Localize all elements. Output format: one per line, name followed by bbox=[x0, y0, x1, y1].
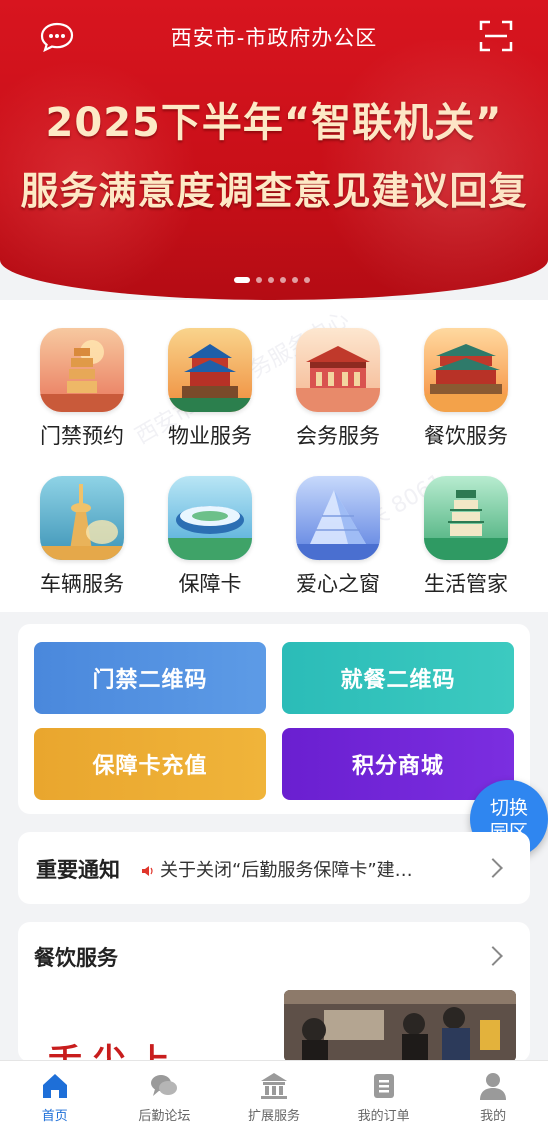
tv-tower-icon bbox=[40, 476, 124, 560]
service-charity[interactable]: 爱心之窗 bbox=[278, 476, 398, 598]
location-title[interactable]: 西安市-市政府办公区 bbox=[0, 22, 548, 52]
banner-headline-line1: 2025下半年“智联机关” bbox=[45, 100, 503, 146]
chevron-right-icon[interactable] bbox=[483, 946, 503, 966]
tab-label: 我的 bbox=[480, 1109, 507, 1124]
dining-section: 餐饮服务 舌尖上 bbox=[18, 922, 530, 1062]
points-mall-button[interactable]: 积分商城 bbox=[282, 728, 514, 800]
access-qr-button[interactable]: 门禁二维码 bbox=[34, 642, 266, 714]
service-card[interactable]: 保障卡 bbox=[150, 476, 270, 598]
carousel-dot[interactable] bbox=[234, 277, 250, 283]
notice-text[interactable]: 关于关闭“后勤服务保障卡”建… bbox=[160, 856, 456, 882]
glass-building-icon bbox=[296, 476, 380, 560]
banner-headline-line2: 服务满意度调查意见建议回复 bbox=[20, 169, 528, 213]
service-vehicle[interactable]: 车辆服务 bbox=[22, 476, 142, 598]
stadium-icon bbox=[168, 476, 252, 560]
carousel-dot[interactable] bbox=[268, 277, 274, 283]
service-conference[interactable]: 会务服务 bbox=[278, 328, 398, 450]
home-icon bbox=[40, 1071, 70, 1101]
carousel-indicator bbox=[234, 277, 310, 283]
service-label: 物业服务 bbox=[168, 424, 252, 448]
dining-banner-text: 舌尖上 bbox=[48, 1042, 180, 1062]
carousel-dot[interactable] bbox=[256, 277, 262, 283]
top-bar: 西安市-市政府办公区 bbox=[0, 14, 548, 58]
bell-tower-icon bbox=[168, 328, 252, 412]
tab-label: 扩展服务 bbox=[247, 1109, 300, 1124]
dining-section-title: 餐饮服务 bbox=[34, 946, 118, 970]
service-dining[interactable]: 餐饮服务 bbox=[406, 328, 526, 450]
dining-qr-button[interactable]: 就餐二维码 bbox=[282, 642, 514, 714]
dining-photo[interactable] bbox=[284, 990, 516, 1062]
important-notice-bar[interactable]: 重要通知 关于关闭“后勤服务保障卡”建… bbox=[18, 832, 530, 904]
service-label: 生活管家 bbox=[424, 572, 508, 596]
chevron-right-icon[interactable] bbox=[483, 858, 503, 878]
tab-profile[interactable]: 我的 bbox=[438, 1061, 548, 1129]
pagoda-icon bbox=[40, 328, 124, 412]
scan-icon[interactable] bbox=[478, 18, 514, 54]
bank-icon bbox=[259, 1071, 289, 1101]
carousel-dot[interactable] bbox=[304, 277, 310, 283]
tab-label: 后勤论坛 bbox=[138, 1109, 191, 1124]
tab-extended-services[interactable]: 扩展服务 bbox=[219, 1061, 329, 1129]
service-access-booking[interactable]: 门禁预约 bbox=[22, 328, 142, 450]
top-banner[interactable]: 西安市-市政府办公区 2025下半年“智联机关” 服务满意度调查意见建议回复 bbox=[0, 0, 548, 300]
service-grid: 西安市机关事务服务中心 智联机关 8061 门禁预约 bbox=[0, 300, 548, 612]
switch-label-line1: 切换 bbox=[489, 797, 528, 819]
quick-actions-panel: 门禁二维码 就餐二维码 保障卡充值 积分商城 bbox=[18, 624, 530, 814]
carousel-dot[interactable] bbox=[280, 277, 286, 283]
tab-label: 我的订单 bbox=[357, 1109, 410, 1124]
tab-forum[interactable]: 后勤论坛 bbox=[110, 1061, 220, 1129]
card-topup-button[interactable]: 保障卡充值 bbox=[34, 728, 266, 800]
carousel-dot[interactable] bbox=[292, 277, 298, 283]
service-label: 车辆服务 bbox=[40, 572, 124, 596]
tab-home[interactable]: 首页 bbox=[0, 1061, 110, 1129]
service-label: 保障卡 bbox=[178, 572, 242, 596]
service-label: 爱心之窗 bbox=[296, 572, 380, 596]
chat-bubbles-icon bbox=[149, 1071, 179, 1101]
service-property[interactable]: 物业服务 bbox=[150, 328, 270, 450]
service-label: 会务服务 bbox=[296, 424, 380, 448]
notice-title: 重要通知 bbox=[36, 858, 120, 882]
tab-my-orders[interactable]: 我的订单 bbox=[329, 1061, 439, 1129]
service-label: 门禁预约 bbox=[40, 424, 124, 448]
green-tower-icon bbox=[424, 476, 508, 560]
service-label: 餐饮服务 bbox=[424, 424, 508, 448]
tab-label: 首页 bbox=[41, 1109, 68, 1124]
user-icon bbox=[478, 1071, 508, 1101]
order-icon bbox=[369, 1071, 399, 1101]
gate-tower-icon bbox=[424, 328, 508, 412]
service-life-steward[interactable]: 生活管家 bbox=[406, 476, 526, 598]
palace-icon bbox=[296, 328, 380, 412]
speaker-icon bbox=[142, 862, 154, 876]
bottom-tab-bar: 首页 后勤论坛 扩展服务 我的订单 我的 bbox=[0, 1060, 548, 1129]
